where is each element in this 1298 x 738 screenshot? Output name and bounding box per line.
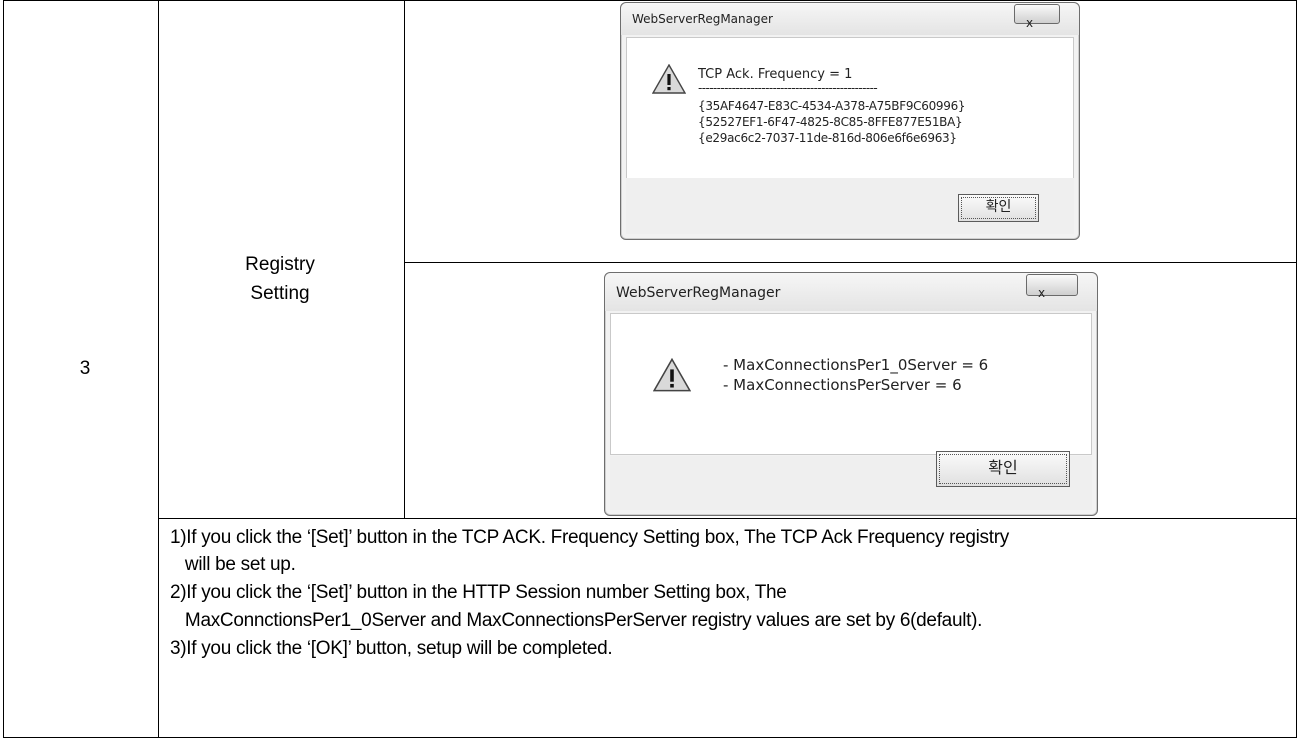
guid-3: {e29ac6c2-7037-11de-816d-806e6f6e6963} [698, 131, 957, 145]
description-line-5: 3)If you click the ‘[OK]’ button, setup … [170, 638, 613, 659]
category-label: Registry Setting [200, 250, 360, 308]
description-line-2: will be set up. [170, 554, 296, 575]
message-separator: ----------------------------------------… [698, 81, 878, 95]
dialog-body: - MaxConnectionsPer1_0Server = 6 - MaxCo… [610, 313, 1092, 455]
ok-button[interactable]: 확인 [958, 194, 1039, 222]
description-line-1: 1)If you click the ‘[Set]’ button in the… [170, 527, 1009, 548]
dialog-title: WebServerRegManager [632, 12, 773, 26]
close-button[interactable]: x [1026, 274, 1078, 300]
ok-label: 확인 [985, 199, 1012, 215]
dialog-body: TCP Ack. Frequency = 1 -----------------… [626, 37, 1074, 179]
dialog-tcp-ack: WebServerRegManager x TCP Ack. Frequency… [620, 2, 1080, 240]
description-line-3: 2)If you click the ‘[Set]’ button in the… [170, 582, 787, 603]
row-divider-description [158, 518, 1297, 519]
category-line-1: Registry [245, 254, 315, 275]
dialog-titlebar: WebServerRegManager x [605, 273, 1097, 311]
description-line-4: MaxConnctionsPer1_0Server and MaxConnect… [170, 610, 983, 631]
row-divider-images [404, 262, 1297, 263]
guid-1: {35AF4647-E83C-4534-A378-A75BF9C60996} [698, 99, 966, 113]
close-icon: x [1038, 286, 1046, 300]
ok-button[interactable]: 확인 [936, 451, 1070, 487]
guid-2: {52527EF1-6F47-4825-8C85-8FFE877E51BA} [698, 115, 963, 129]
message-line-1: - MaxConnectionsPer1_0Server = 6 [723, 356, 989, 374]
message-frequency: TCP Ack. Frequency = 1 [698, 67, 853, 82]
dialog-title: WebServerRegManager [616, 285, 781, 301]
col-divider-2 [404, 0, 405, 518]
category-line-2: Setting [250, 283, 310, 304]
message-line-2: - MaxConnectionsPerServer = 6 [723, 376, 962, 394]
col-divider-1 [158, 0, 159, 738]
ok-label: 확인 [988, 458, 1018, 477]
close-icon: x [1026, 16, 1034, 30]
dialog-titlebar: WebServerRegManager x [621, 3, 1079, 35]
step-number: 3 [79, 358, 91, 379]
warning-icon [653, 358, 691, 392]
close-button[interactable]: x [1014, 4, 1060, 30]
warning-icon [652, 64, 686, 94]
dialog-max-connections: WebServerRegManager x - MaxConnectionsPe… [604, 272, 1098, 516]
